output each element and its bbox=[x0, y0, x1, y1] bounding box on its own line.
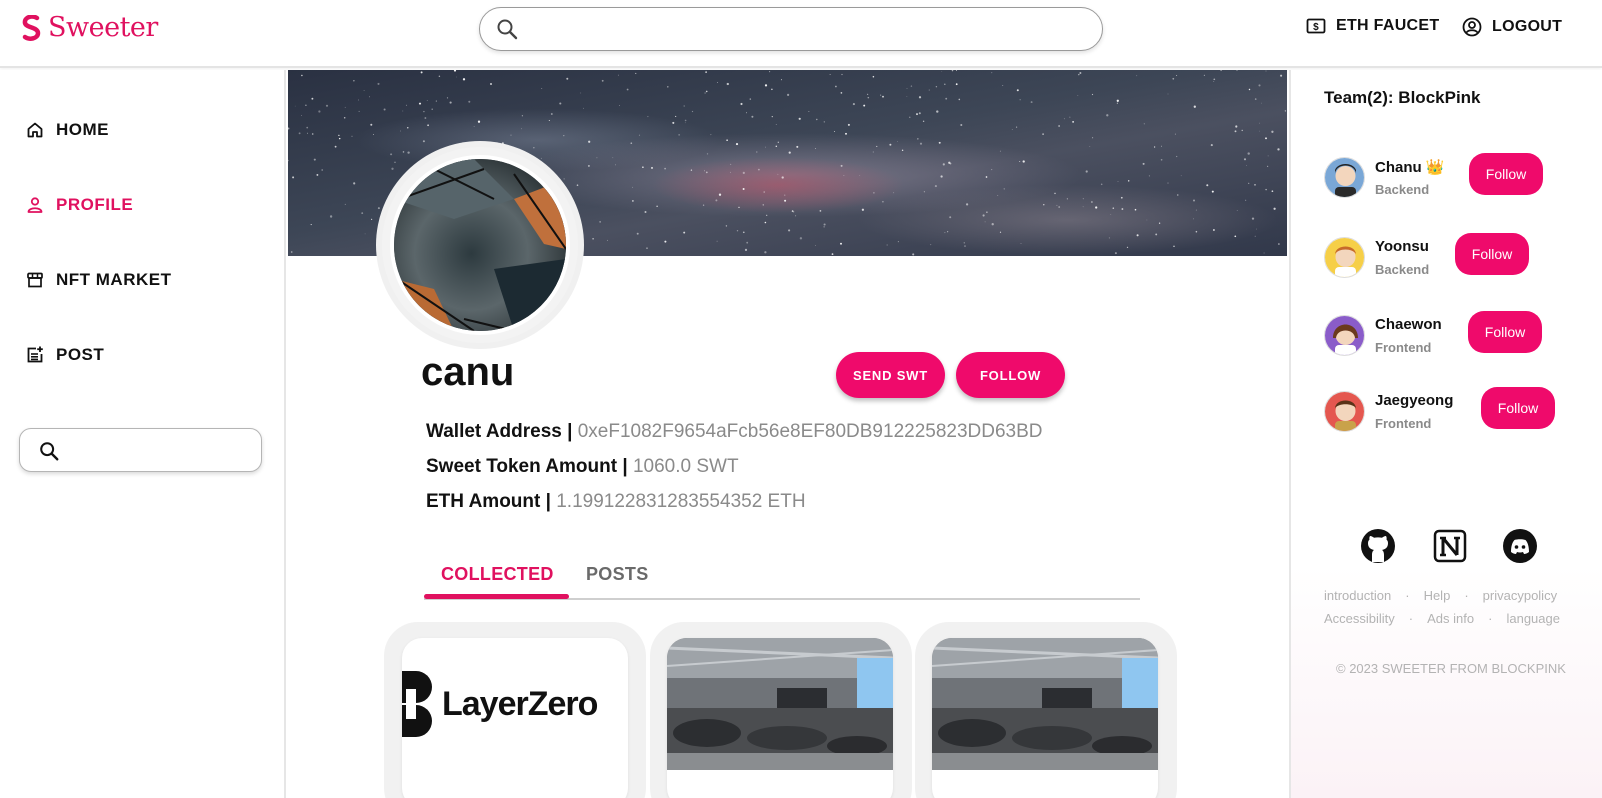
copyright-text: © 2023 SWEETER FROM BLOCKPINK bbox=[1336, 661, 1566, 676]
separator: · bbox=[1488, 611, 1493, 626]
sidebar-item-nft-market[interactable]: NFT MARKET bbox=[26, 270, 171, 290]
member-name: Jaegyeong bbox=[1375, 392, 1454, 409]
layerzero-logo-text: LayerZero bbox=[442, 684, 598, 723]
sweet-token-row: Sweet Token Amount | 1060.0 SWT bbox=[426, 456, 739, 478]
eth-amount-label: ETH Amount | bbox=[426, 491, 557, 512]
sidebar-item-home[interactable]: HOME bbox=[26, 120, 109, 140]
account-circle-icon bbox=[1462, 17, 1482, 37]
nft-card[interactable] bbox=[667, 638, 893, 798]
eth-faucet-label: ETH FAUCET bbox=[1336, 17, 1440, 34]
footer-link-ads-info[interactable]: Ads info bbox=[1427, 611, 1474, 626]
discord-icon[interactable] bbox=[1502, 528, 1538, 564]
tab-collected[interactable]: COLLECTED bbox=[441, 564, 554, 585]
person-icon bbox=[27, 197, 43, 213]
abstract-avatar-image bbox=[394, 159, 566, 331]
member-name: Chaewon bbox=[1375, 316, 1442, 333]
send-swt-button[interactable]: SEND SWT bbox=[836, 352, 945, 398]
cartoon-avatar-icon bbox=[1325, 158, 1364, 197]
footer-link-accessibility[interactable]: Accessibility bbox=[1324, 611, 1395, 626]
separator: · bbox=[1464, 588, 1469, 603]
sidebar-item-label: PROFILE bbox=[56, 195, 134, 214]
sidebar-item-label: NFT MARKET bbox=[56, 270, 172, 289]
tab-posts[interactable]: POSTS bbox=[586, 564, 649, 585]
footer-links-row: introduction · Help · privacypolicy bbox=[1324, 588, 1557, 603]
footer-link-privacypolicy[interactable]: privacypolicy bbox=[1483, 588, 1557, 603]
header-search-input[interactable] bbox=[479, 7, 1103, 51]
sidebar-item-post[interactable]: POST bbox=[26, 345, 104, 365]
member-avatar bbox=[1324, 391, 1365, 432]
cartoon-avatar-icon bbox=[1325, 316, 1364, 355]
wallet-address-value: 0xeF1082F9654aFcb56e8EF80DB912225823DD63… bbox=[577, 421, 1043, 442]
footer-links-row: Accessibility · Ads info · language bbox=[1324, 611, 1560, 626]
eth-amount-row: ETH Amount | 1.199122831283554352 ETH bbox=[426, 491, 806, 513]
member-name: Yoonsu bbox=[1375, 238, 1429, 255]
profile-main: canu SEND SWT FOLLOW Wallet Address | 0x… bbox=[288, 70, 1287, 798]
app-name: Sweeter bbox=[48, 12, 158, 43]
team-title: Team(2): BlockPink bbox=[1324, 88, 1481, 107]
team-member: Chanu 👑 Backend Follow bbox=[1324, 153, 1594, 209]
profile-avatar-frame bbox=[382, 147, 578, 343]
team-member: Chaewon Frontend Follow bbox=[1324, 311, 1594, 367]
sweeter-logo-icon bbox=[22, 14, 41, 41]
notion-icon[interactable] bbox=[1432, 528, 1468, 564]
profile-tabs: COLLECTED POSTS bbox=[424, 558, 1140, 600]
member-avatar bbox=[1324, 157, 1365, 198]
footer-link-introduction[interactable]: introduction bbox=[1324, 588, 1391, 603]
store-icon bbox=[27, 272, 43, 288]
follow-member-button[interactable]: Follow bbox=[1455, 233, 1529, 275]
sidebar-item-label: POST bbox=[56, 345, 105, 364]
nft-card[interactable] bbox=[932, 638, 1158, 798]
follow-button[interactable]: FOLLOW bbox=[956, 352, 1065, 398]
cartoon-avatar-icon bbox=[1325, 238, 1364, 277]
wallet-address-label: Wallet Address | bbox=[426, 421, 578, 442]
member-name: Chanu 👑 bbox=[1375, 159, 1445, 176]
logout-label: LOGOUT bbox=[1492, 18, 1563, 35]
github-icon[interactable] bbox=[1360, 528, 1396, 564]
app-logo[interactable]: Sweeter bbox=[22, 12, 158, 43]
left-sidebar: HOME PROFILE NFT MARKET POST bbox=[0, 70, 286, 798]
eth-faucet-link[interactable]: $ ETH FAUCET bbox=[1306, 17, 1439, 35]
layerzero-mark-icon bbox=[402, 671, 432, 737]
footer-link-help[interactable]: Help bbox=[1424, 588, 1451, 603]
profile-avatar[interactable] bbox=[390, 155, 570, 335]
post-add-icon bbox=[27, 346, 43, 363]
member-avatar bbox=[1324, 237, 1365, 278]
nft-card[interactable]: LayerZero bbox=[402, 638, 628, 798]
sidebar-search-input[interactable] bbox=[19, 428, 262, 472]
member-role: Backend bbox=[1375, 182, 1430, 197]
member-role: Frontend bbox=[1375, 416, 1432, 431]
sweet-token-value: 1060.0 SWT bbox=[632, 456, 739, 477]
dollar-icon: $ bbox=[1306, 18, 1326, 34]
active-tab-indicator bbox=[424, 594, 569, 599]
right-sidebar: Team(2): BlockPink Chanu 👑 Backend Follo… bbox=[1289, 70, 1602, 798]
member-avatar bbox=[1324, 315, 1365, 356]
conference-hall-photo bbox=[667, 638, 893, 770]
follow-member-button[interactable]: Follow bbox=[1468, 311, 1542, 353]
top-header: Sweeter $ ETH FAUCET LOGOUT bbox=[0, 0, 1602, 68]
home-icon bbox=[27, 122, 43, 138]
profile-username: canu bbox=[421, 350, 515, 394]
search-icon bbox=[40, 442, 59, 461]
logout-link[interactable]: LOGOUT bbox=[1462, 17, 1562, 37]
wallet-address-row: Wallet Address | 0xeF1082F9654aFcb56e8EF… bbox=[426, 421, 1043, 443]
follow-member-button[interactable]: Follow bbox=[1469, 153, 1543, 195]
sidebar-item-profile[interactable]: PROFILE bbox=[26, 195, 133, 215]
footer-link-language[interactable]: language bbox=[1506, 611, 1560, 626]
eth-amount-value: 1.199122831283554352 ETH bbox=[556, 491, 806, 512]
cartoon-avatar-icon bbox=[1325, 392, 1364, 431]
search-icon bbox=[497, 19, 518, 40]
svg-text:$: $ bbox=[1313, 22, 1319, 33]
separator: · bbox=[1408, 611, 1414, 626]
sidebar-item-label: HOME bbox=[56, 120, 109, 139]
sweet-token-label: Sweet Token Amount | bbox=[426, 456, 633, 477]
follow-member-button[interactable]: Follow bbox=[1481, 387, 1555, 429]
separator: · bbox=[1405, 588, 1410, 603]
team-member: Jaegyeong Frontend Follow bbox=[1324, 387, 1594, 443]
member-role: Backend bbox=[1375, 262, 1430, 277]
team-member: Yoonsu Backend Follow bbox=[1324, 233, 1594, 289]
conference-hall-photo bbox=[932, 638, 1158, 770]
layerzero-logo-image: LayerZero bbox=[402, 671, 628, 737]
member-role: Frontend bbox=[1375, 340, 1432, 355]
